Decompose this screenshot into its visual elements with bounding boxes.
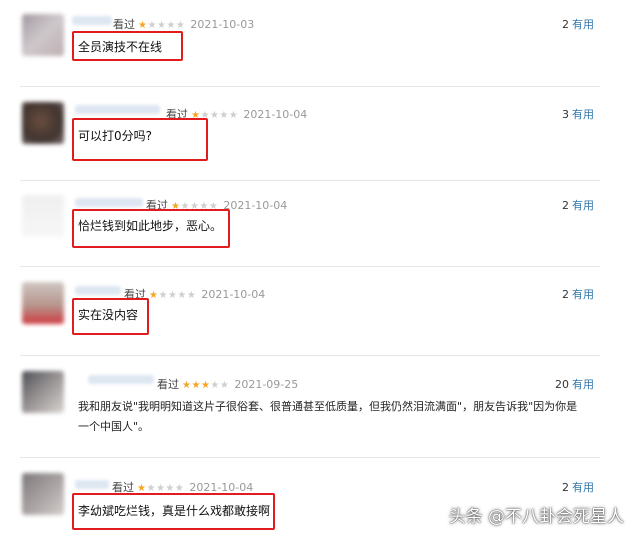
star-icon: ★ <box>200 380 211 391</box>
username-blurred[interactable] <box>75 105 160 114</box>
review-meta: 看过 ★★★★★ 2021-10-03 <box>113 16 254 32</box>
review-date: 2021-10-04 <box>223 199 288 212</box>
divider <box>20 86 600 87</box>
username-blurred[interactable] <box>75 286 121 295</box>
watermark: 头条 @不八卦会死星人 <box>448 507 624 527</box>
avatar[interactable] <box>22 195 64 237</box>
avatar[interactable] <box>22 282 64 324</box>
star-icon: ★ <box>186 290 197 301</box>
avatar[interactable] <box>22 473 64 515</box>
review-meta: 看过 ★★★★★ 2021-09-25 <box>157 376 298 392</box>
review-date: 2021-10-03 <box>190 18 255 31</box>
review-comment: 全员演技不在线 <box>78 40 163 54</box>
username-blurred[interactable] <box>75 198 143 207</box>
star-icon: ★ <box>167 290 178 301</box>
vote-count: 3 <box>562 108 569 121</box>
star-icon: ★ <box>175 20 186 31</box>
vote-count: 20 <box>555 378 569 391</box>
useful-button[interactable]: 有用 <box>572 378 594 391</box>
review-comment: 恰烂钱到如此地步，恶心。 <box>78 219 223 233</box>
divider <box>20 266 600 267</box>
divider <box>20 457 600 458</box>
star-icon: ★ <box>158 290 168 301</box>
avatar[interactable] <box>22 102 64 144</box>
avatar[interactable] <box>22 14 64 56</box>
review-comment: 我和朋友说"我明明知道这片子很俗套、很普通甚至低质量，但我仍然泪流满面"，朋友告… <box>78 400 578 433</box>
useful-vote[interactable]: 2 有用 <box>562 197 594 213</box>
avatar[interactable] <box>22 371 64 413</box>
username-blurred[interactable] <box>75 480 109 489</box>
star-rating: ★★★★★ <box>138 20 185 31</box>
vote-count: 2 <box>562 288 569 301</box>
useful-vote[interactable]: 2 有用 <box>562 479 594 495</box>
useful-vote[interactable]: 2 有用 <box>562 286 594 302</box>
useful-button[interactable]: 有用 <box>572 481 594 494</box>
review-comment: 李幼斌吃烂钱，真是什么戏都敢接啊 <box>78 504 271 518</box>
star-rating: ★★★★★ <box>149 290 196 301</box>
useful-vote[interactable]: 2 有用 <box>562 16 594 32</box>
divider <box>20 180 600 181</box>
useful-vote[interactable]: 3 有用 <box>562 106 594 122</box>
review-date: 2021-09-25 <box>234 378 299 391</box>
watched-label: 看过 <box>157 378 179 391</box>
star-rating: ★★★★★ <box>182 380 229 391</box>
vote-count: 2 <box>562 18 569 31</box>
vote-count: 2 <box>562 199 569 212</box>
username-blurred[interactable] <box>88 375 154 384</box>
review-date: 2021-10-04 <box>201 288 266 301</box>
watched-label: 看过 <box>113 18 135 31</box>
star-icon: ★ <box>177 290 187 301</box>
vote-count: 2 <box>562 481 569 494</box>
username-blurred[interactable] <box>72 16 112 25</box>
useful-button[interactable]: 有用 <box>572 199 594 212</box>
useful-vote[interactable]: 20 有用 <box>555 376 594 392</box>
star-icon: ★ <box>147 20 157 31</box>
useful-button[interactable]: 有用 <box>572 288 594 301</box>
divider <box>20 355 600 356</box>
review-comment: 可以打0分吗? <box>78 129 153 143</box>
review-comment: 实在没内容 <box>78 308 139 322</box>
star-icon: ★ <box>228 110 239 121</box>
star-icon: ★ <box>219 380 230 391</box>
star-icon: ★ <box>210 380 220 391</box>
useful-button[interactable]: 有用 <box>572 18 594 31</box>
useful-button[interactable]: 有用 <box>572 108 594 121</box>
star-icon: ★ <box>191 380 201 391</box>
star-icon: ★ <box>209 110 220 121</box>
star-icon: ★ <box>156 20 167 31</box>
star-icon: ★ <box>219 110 229 121</box>
review-date: 2021-10-04 <box>243 108 308 121</box>
star-icon: ★ <box>166 20 176 31</box>
